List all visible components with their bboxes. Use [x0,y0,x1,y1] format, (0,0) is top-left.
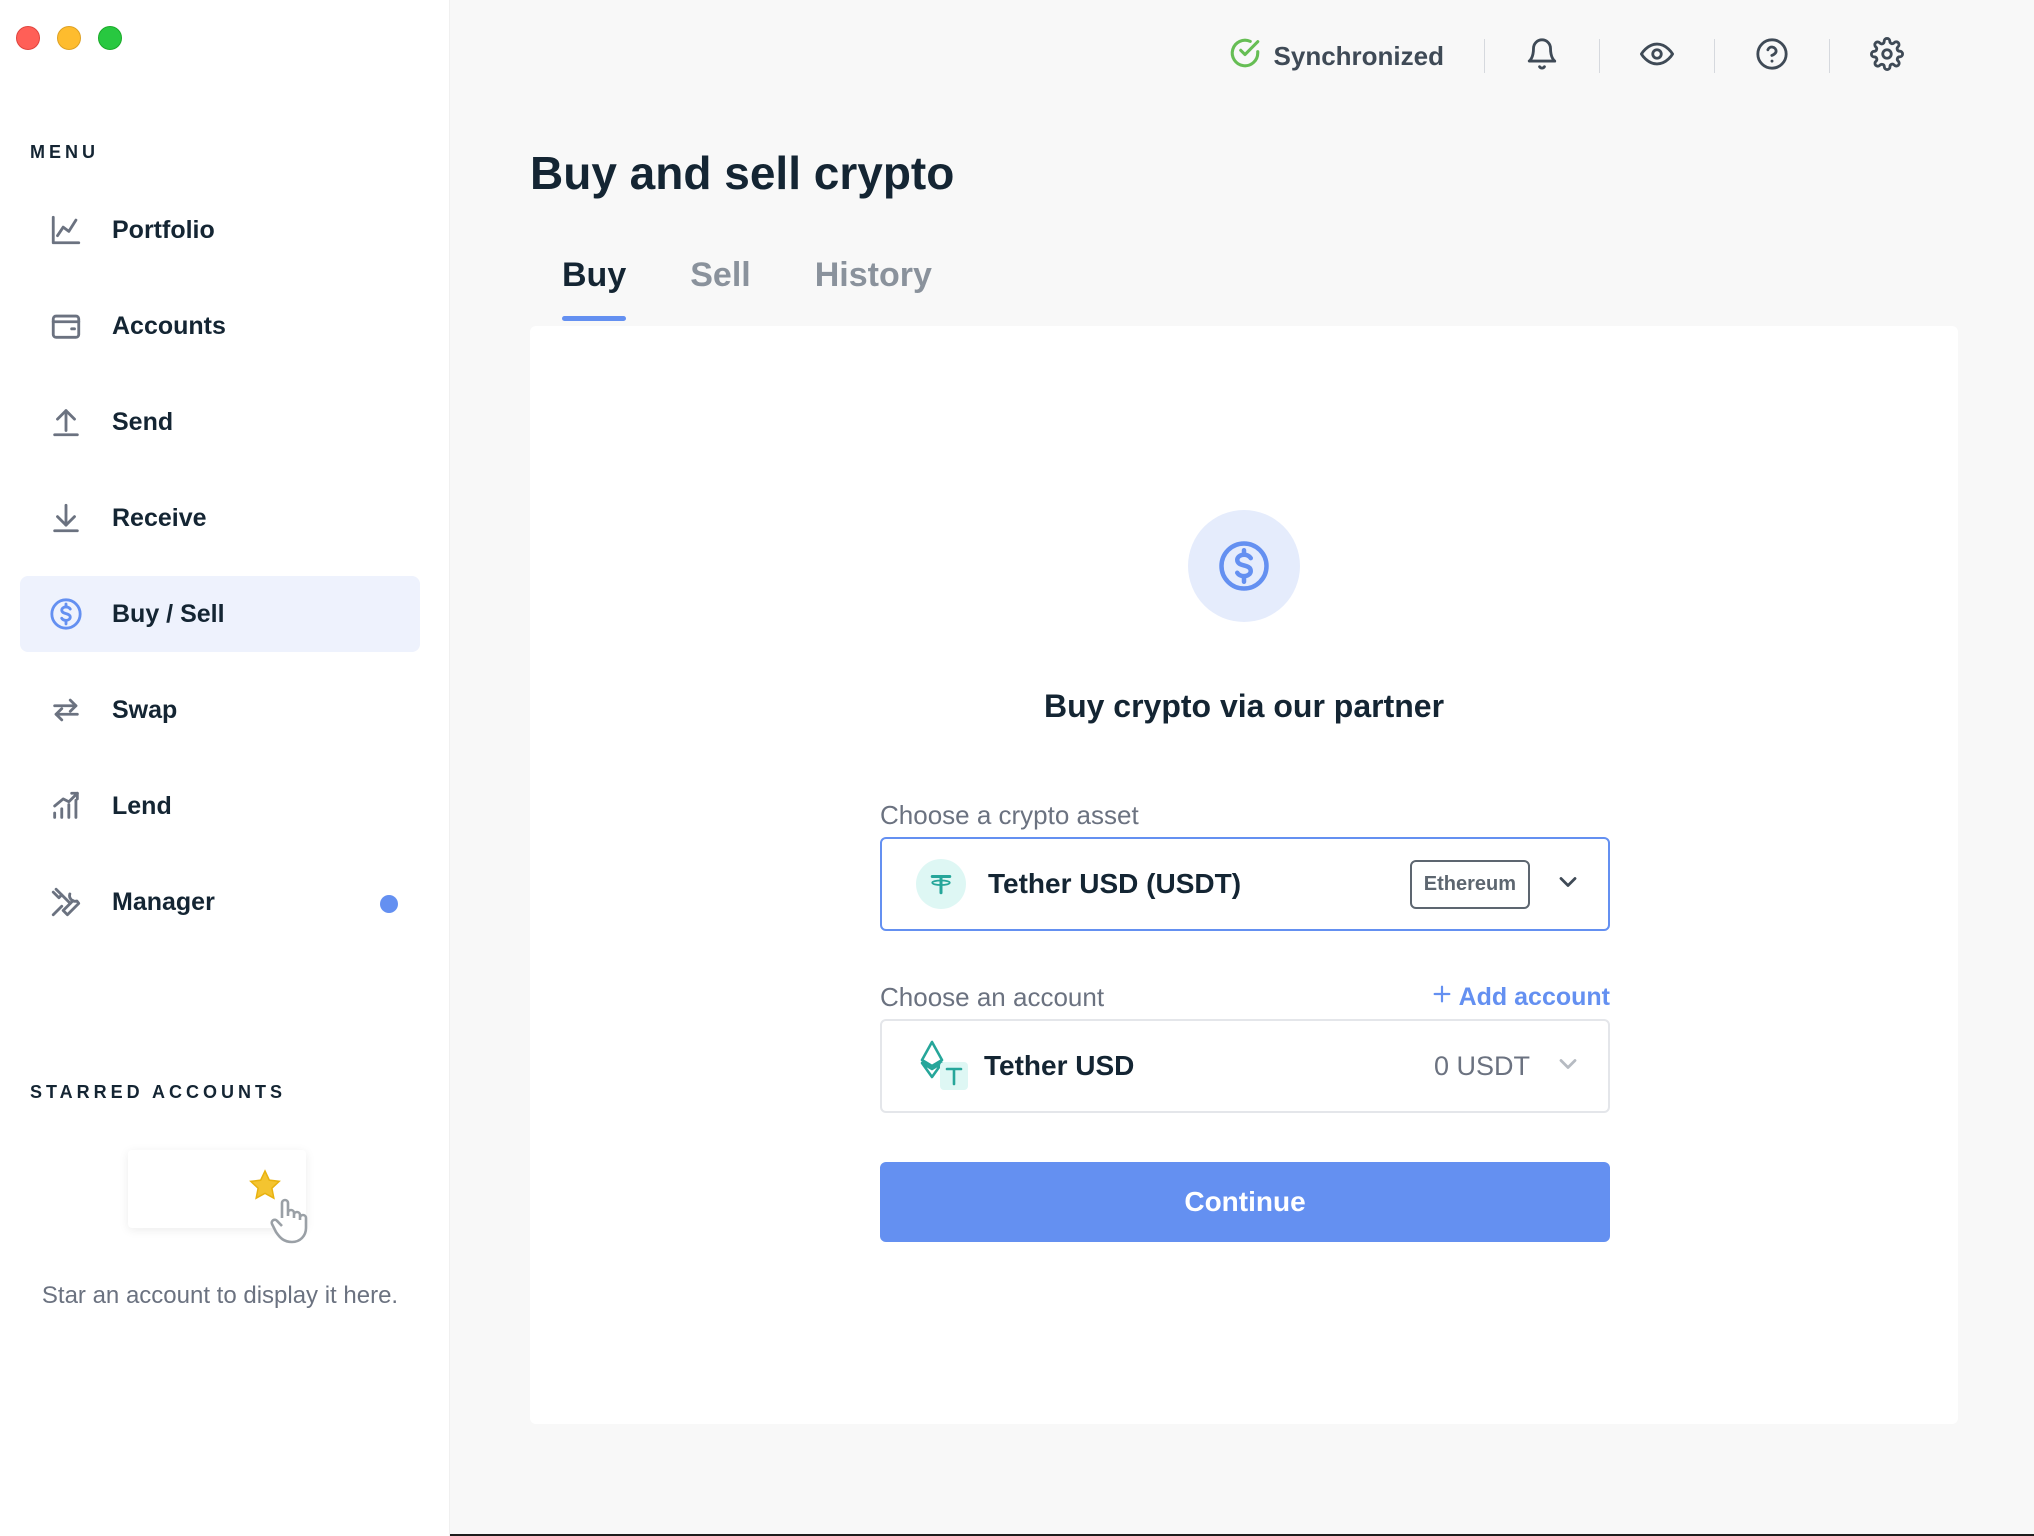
account-field: Choose an account Add account Tether USD… [880,982,1610,1113]
settings-icon [1870,36,1904,76]
eye-icon [1640,37,1674,76]
menu-label: MENU [30,142,99,162]
sidebar-nav: Portfolio Accounts Send Receive Buy / Se… [20,192,420,960]
network-badge: Ethereum [1409,859,1530,909]
asset-field: Choose a crypto asset Tether USD (USDT) … [880,800,1610,931]
topbar: Synchronized [1228,30,1944,82]
pointer-hand-icon [268,1194,316,1251]
asset-select-value: Tether USD (USDT) [988,868,1242,899]
tether-coin-icon [916,859,966,909]
continue-button[interactable]: Continue [880,1162,1610,1242]
asset-select[interactable]: Tether USD (USDT) Ethereum [880,837,1610,931]
dollar-circle-icon [48,596,84,632]
sidebar-item-label: Lend [112,791,172,820]
starred-illustration [128,1150,308,1244]
sidebar-item-label: Manager [112,887,215,916]
chart-line-icon [48,212,84,248]
sidebar-item-accounts[interactable]: Accounts [20,288,420,364]
add-account-link[interactable]: Add account [1431,983,1610,1012]
continue-row: Continue [880,1162,1610,1242]
tab-bar: Buy Sell History [562,256,932,321]
dollar-circle-icon [1188,510,1300,622]
check-circle-icon [1228,36,1262,77]
sidebar-item-label: Receive [112,503,207,532]
sidebar-item-label: Swap [112,695,178,724]
maximize-window-button[interactable] [98,26,122,50]
sidebar-item-portfolio[interactable]: Portfolio [20,192,420,268]
window-controls [16,26,122,50]
app-window: MENU Portfolio Accounts Send Receive Buy… [0,0,2034,1536]
sidebar: MENU Portfolio Accounts Send Receive Buy… [0,0,450,1536]
sidebar-item-send[interactable]: Send [20,384,420,460]
tab-buy[interactable]: Buy [562,256,627,321]
account-select[interactable]: Tether USD 0 USDT [880,1019,1610,1113]
tools-icon [48,884,84,920]
close-window-button[interactable] [16,26,40,50]
lend-bars-icon [48,788,84,824]
sync-status-label: Synchronized [1273,40,1444,71]
notification-dot [380,895,398,913]
settings-button[interactable] [1830,36,1944,76]
sidebar-item-label: Accounts [112,311,226,340]
chevron-down-icon [1554,1050,1582,1083]
minimize-window-button[interactable] [57,26,81,50]
account-select-value: Tether USD [984,1050,1135,1081]
sidebar-item-receive[interactable]: Receive [20,480,420,556]
starred-accounts-label: STARRED ACCOUNTS [30,1082,286,1102]
asset-field-label: Choose a crypto asset [880,800,1139,830]
sync-status[interactable]: Synchronized [1228,36,1484,77]
bell-icon [1525,37,1559,76]
help-icon [1755,37,1789,76]
chevron-down-icon [1554,868,1582,901]
card-heading: Buy crypto via our partner [1043,688,1445,724]
sidebar-item-lend[interactable]: Lend [20,768,420,844]
starred-empty-text: Star an account to display it here. [41,1282,399,1309]
sidebar-item-swap[interactable]: Swap [20,672,420,748]
tab-history[interactable]: History [815,256,932,319]
plus-icon [1431,983,1453,1012]
sidebar-item-manager[interactable]: Manager [20,864,420,940]
arrow-down-icon [48,500,84,536]
tab-sell[interactable]: Sell [690,256,750,319]
sidebar-item-label: Portfolio [112,215,215,244]
account-field-label: Choose an account [880,982,1105,1012]
help-button[interactable] [1715,37,1829,76]
page-title: Buy and sell crypto [530,147,955,199]
account-field-header: Choose an account Add account [880,982,1610,1013]
arrow-up-icon [48,404,84,440]
sidebar-item-label: Buy / Sell [112,599,225,628]
sidebar-item-label: Send [112,407,174,436]
ethereum-tether-icon [916,1038,970,1094]
discreet-mode-button[interactable] [1600,37,1714,76]
sidebar-item-buy-sell[interactable]: Buy / Sell [20,576,420,652]
add-account-label: Add account [1458,983,1610,1011]
account-balance: 0 USDT [1433,1050,1530,1081]
wallet-icon [48,308,84,344]
notifications-button[interactable] [1485,37,1599,76]
swap-arrows-icon [48,692,84,728]
buy-card: Buy crypto via our partner Choose a cryp… [530,326,1958,1424]
